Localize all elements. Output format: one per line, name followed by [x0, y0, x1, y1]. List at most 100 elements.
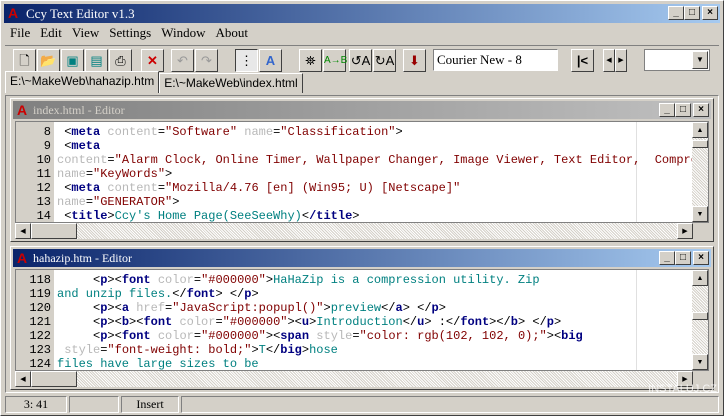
chevron-down-icon[interactable]: ▼ [692, 51, 708, 69]
scroll-down-icon[interactable]: ▼ [692, 354, 708, 370]
menu-settings[interactable]: Settings [104, 24, 156, 42]
menu-view[interactable]: View [67, 24, 104, 42]
code-token: > [323, 301, 331, 315]
code-token: style [57, 343, 101, 357]
editor-window-index: A index.html - Editor _ □ × 8 <meta cont… [10, 98, 714, 242]
code-token: and unzip files. [57, 287, 173, 301]
left-arrow-icon: ◀ [606, 57, 612, 64]
code-token: > </ [215, 287, 245, 301]
go-first-button[interactable]: |< [571, 49, 594, 72]
open-file-button[interactable]: 📂 [37, 49, 60, 72]
code-token: b [510, 315, 518, 329]
scroll-thumb[interactable] [692, 312, 708, 320]
prev-button[interactable]: ◀ [603, 49, 615, 72]
find-previous-button[interactable]: ↺A [349, 49, 372, 72]
scroll-up-icon[interactable]: ▲ [692, 122, 708, 138]
scroll-left-icon[interactable]: ◀ [15, 223, 31, 239]
go-to-line-button[interactable]: ⬇ [403, 49, 426, 72]
vertical-scrollbar[interactable]: ▲ ▼ [692, 270, 708, 370]
window-select[interactable]: ▼ [644, 49, 710, 71]
horizontal-scrollbar[interactable]: ◀ ▶ [15, 223, 693, 239]
app-title-bar[interactable]: A Ccy Text Editor v1.3 _ □ × [4, 4, 720, 23]
status-panel-empty [69, 396, 119, 413]
code-token: > :</ [424, 315, 461, 329]
tab-hahazip[interactable]: E:\~MakeWeb\hahazip.htm [5, 71, 160, 93]
scroll-left-icon[interactable]: ◀ [15, 371, 31, 387]
code-lines: 118 <p><font color="#000000">HaHaZip is … [16, 273, 690, 370]
code-token: "Mozilla/4.76 [en] (Win95; U) [Netscape]… [165, 181, 461, 195]
minimize-button[interactable]: _ [659, 103, 675, 117]
menu-edit[interactable]: Edit [35, 24, 67, 42]
code-token: >< [129, 315, 144, 329]
code-token: name [237, 125, 274, 139]
font-button[interactable]: A [259, 49, 282, 72]
code-token: "Software" [165, 125, 238, 139]
code-token: < [57, 273, 101, 287]
code-text: <p><a href="JavaScript:popupl()">preview… [54, 301, 446, 315]
editor-window-hahazip: A hahazip.htm - Editor _ □ × 118 <p><fon… [10, 246, 714, 390]
code-token: "JavaScript:popupl()" [172, 301, 324, 315]
code-token: >< [287, 315, 302, 329]
code-editor[interactable]: 118 <p><font color="#000000">HaHaZip is … [15, 269, 709, 371]
code-editor[interactable]: 8 <meta content="Software" name="Classif… [15, 121, 709, 223]
minimize-button[interactable]: _ [659, 251, 675, 265]
close-button[interactable]: × [702, 6, 718, 20]
code-token: ></ [489, 315, 511, 329]
tab-index[interactable]: E:\~MakeWeb\index.html [159, 73, 303, 93]
code-token: color [172, 315, 216, 329]
new-file-button[interactable]: 🗋 [13, 49, 36, 72]
code-token: meta [71, 181, 101, 195]
scroll-down-icon[interactable]: ▼ [692, 206, 708, 222]
close-file-button[interactable]: ✕ [141, 49, 164, 72]
code-token: "KeyWords" [93, 167, 166, 181]
find-button[interactable]: ⛯ [299, 49, 322, 72]
maximize-button[interactable]: □ [675, 251, 691, 265]
close-button[interactable]: × [693, 251, 709, 265]
menu-window[interactable]: Window [156, 24, 210, 42]
find-next-button[interactable]: ↻A [373, 49, 396, 72]
line-number: 119 [29, 287, 51, 301]
scroll-thumb[interactable] [31, 223, 77, 239]
scroll-right-icon[interactable]: ▶ [677, 223, 693, 239]
code-text: <title>Ccy's Home Page(SeeSeeWhy)</title… [54, 209, 359, 222]
menu-file[interactable]: File [5, 24, 35, 42]
menu-about[interactable]: About [210, 24, 253, 42]
minimize-button[interactable]: _ [668, 6, 684, 20]
undo-button[interactable]: ↶ [171, 49, 194, 72]
code-token: "#000000" [201, 273, 266, 287]
replace-button[interactable]: A→B [323, 49, 347, 72]
font-field[interactable]: Courier New - 8 [433, 49, 558, 71]
close-button[interactable]: × [693, 103, 709, 117]
horizontal-scrollbar[interactable]: ◀ ▶ [15, 371, 693, 387]
editor-title-bar[interactable]: A hahazip.htm - Editor _ □ × [13, 249, 711, 267]
code-token: content [100, 181, 158, 195]
code-token: a [121, 301, 130, 315]
code-token: HaHaZip is a compression utility. Zip [273, 273, 540, 287]
code-text: style="font-weight: bold;">T</big>hose [54, 343, 338, 357]
code-line: 9 <meta [16, 139, 690, 153]
next-button[interactable]: ▶ [615, 49, 627, 72]
save-all-button[interactable]: ▤ [85, 49, 108, 72]
code-text: <meta content="Mozilla/4.76 [en] (Win95;… [54, 181, 460, 195]
print-button[interactable]: ⎙ [109, 49, 132, 72]
right-arrow-icon: ▶ [618, 57, 624, 64]
editor-title: hahazip.htm - Editor [33, 251, 132, 265]
scroll-thumb[interactable] [692, 140, 708, 148]
editor-title-bar[interactable]: A index.html - Editor _ □ × [13, 101, 711, 119]
maximize-button[interactable]: □ [684, 6, 700, 20]
word-wrap-button[interactable]: ⋮ [235, 49, 258, 72]
scroll-up-icon[interactable]: ▲ [692, 270, 708, 286]
line-number: 12 [36, 181, 51, 195]
vertical-scrollbar[interactable]: ▲ ▼ [692, 122, 708, 222]
line-number: 13 [36, 195, 51, 209]
find-next-icon: ↻A [374, 53, 395, 68]
code-token: font [121, 329, 151, 343]
code-line: 124 files have large sizes to be [16, 357, 690, 370]
maximize-button[interactable]: □ [675, 103, 691, 117]
line-number: 11 [36, 167, 51, 181]
code-token: > [301, 343, 310, 357]
save-button[interactable]: ▣ [61, 49, 84, 72]
scroll-thumb[interactable] [31, 371, 77, 387]
redo-button[interactable]: ↷ [195, 49, 218, 72]
code-token: >< [546, 329, 562, 343]
